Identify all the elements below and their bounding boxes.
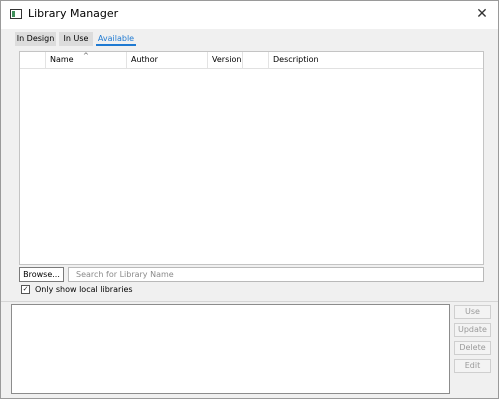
window-title: Library Manager [28, 7, 119, 20]
column-header-blank-2[interactable] [242, 52, 268, 68]
table-header: Name ^ Author Version Description [20, 52, 483, 69]
library-details-panel [11, 304, 450, 394]
edit-button[interactable]: Edit [454, 359, 491, 373]
title-bar: Library Manager ✕ [1, 1, 498, 29]
tab-in-design[interactable]: In Design [15, 32, 56, 46]
library-manager-window: Library Manager ✕ In Design In Use Avail… [0, 0, 499, 399]
tab-available[interactable]: Available [96, 32, 136, 46]
delete-button[interactable]: Delete [454, 341, 491, 355]
local-libraries-checkbox[interactable]: ✓ [21, 285, 30, 294]
sort-ascending-icon: ^ [83, 52, 89, 60]
use-button[interactable]: Use [454, 305, 491, 319]
column-header-name[interactable]: Name ^ [45, 52, 126, 68]
column-header-author[interactable]: Author [126, 52, 207, 68]
library-search-input[interactable] [68, 267, 484, 282]
tab-in-use[interactable]: In Use [59, 32, 93, 46]
column-header-version[interactable]: Version [207, 52, 242, 68]
browse-button[interactable]: Browse... [19, 267, 64, 282]
app-window-icon [10, 9, 22, 19]
library-table: Name ^ Author Version Description [19, 51, 484, 265]
column-header-name-label: Name [50, 55, 74, 64]
close-icon[interactable]: ✕ [474, 5, 490, 23]
column-header-blank[interactable] [20, 52, 45, 68]
local-libraries-label: Only show local libraries [35, 285, 133, 294]
column-header-description[interactable]: Description [268, 52, 483, 68]
panel-divider[interactable] [1, 301, 498, 302]
update-button[interactable]: Update [454, 323, 491, 337]
